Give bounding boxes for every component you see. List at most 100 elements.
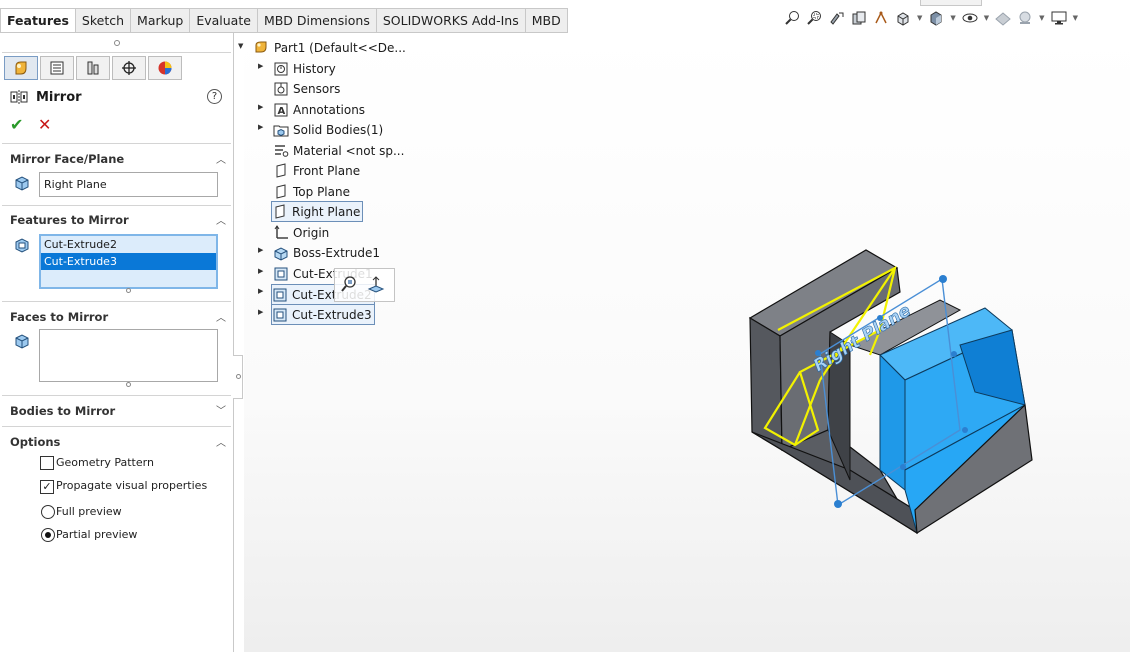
chevron-down-icon[interactable]: ▼ — [917, 14, 922, 22]
tab-mbd[interactable]: MBD — [525, 8, 568, 33]
chevron-down-icon[interactable]: ▼ — [984, 14, 989, 22]
geometry-pattern-label: Geometry Pattern — [56, 456, 154, 469]
part-icon — [255, 41, 267, 52]
list-resize-handle[interactable] — [126, 288, 131, 293]
help-icon[interactable]: ? — [207, 89, 222, 104]
divider — [2, 205, 231, 206]
plane-icon — [276, 183, 286, 199]
chevron-down-icon[interactable]: ﹀ — [216, 402, 226, 417]
propagate-visual-checkbox[interactable]: ✓ — [40, 480, 54, 494]
tree-item-right-plane[interactable]: Right Plane — [271, 201, 364, 222]
partial-preview-radio[interactable] — [41, 528, 55, 542]
property-manager-tab[interactable] — [40, 56, 74, 80]
tree-item-solid-bodies[interactable]: Solid Bodies(1) — [273, 120, 383, 139]
divider — [2, 395, 231, 396]
panel-splitter-handle[interactable] — [114, 40, 120, 46]
tab-features[interactable]: Features — [0, 8, 76, 33]
tree-item-sensors[interactable]: Sensors — [273, 79, 340, 98]
configuration-manager-icon — [87, 61, 99, 75]
configuration-manager-tab[interactable] — [76, 56, 110, 80]
feature-manager-tab[interactable] — [4, 56, 38, 80]
list-item-selected[interactable]: Cut-Extrude3 — [41, 253, 216, 270]
cancel-x-icon[interactable]: ✕ — [38, 115, 51, 134]
tree-item-front-plane[interactable]: Front Plane — [273, 161, 360, 180]
dynamic-annotation-icon[interactable] — [873, 10, 889, 26]
expand-arrow-icon[interactable]: ▼ — [238, 42, 243, 50]
section-title-features[interactable]: Features to Mirror — [10, 213, 129, 227]
chevron-up-icon[interactable]: ︿ — [216, 212, 226, 227]
section-title-mirror-face[interactable]: Mirror Face/Plane — [10, 152, 124, 166]
geometry-pattern-checkbox[interactable] — [40, 456, 54, 470]
full-preview-label: Full preview — [56, 505, 122, 518]
tab-evaluate[interactable]: Evaluate — [190, 8, 258, 33]
mirror-face-field[interactable]: Right Plane — [39, 172, 218, 197]
tab-sketch[interactable]: Sketch — [75, 8, 132, 33]
expand-arrow-icon[interactable]: ▶ — [258, 123, 263, 131]
features-selection-icon — [15, 238, 29, 253]
list-resize-handle[interactable] — [126, 382, 131, 387]
tree-item-origin[interactable]: Origin — [273, 223, 329, 242]
tree-item-boss-extrude1[interactable]: Boss-Extrude1 — [273, 243, 380, 262]
chevron-up-icon[interactable]: ︿ — [216, 309, 226, 324]
chevron-up-icon[interactable]: ︿ — [216, 434, 226, 449]
chevron-down-icon[interactable]: ▼ — [950, 14, 955, 22]
expand-arrow-icon[interactable]: ▶ — [258, 62, 263, 70]
faces-to-mirror-list[interactable] — [39, 329, 218, 382]
tab-solidworks-add-ins[interactable]: SOLIDWORKS Add-Ins — [376, 8, 526, 33]
tree-item-label: Front Plane — [293, 163, 361, 178]
material-icon — [275, 144, 289, 157]
expand-arrow-icon[interactable]: ▶ — [258, 267, 263, 275]
tab-mbd-dimensions[interactable]: MBD Dimensions — [257, 8, 377, 33]
display-style-icon[interactable] — [928, 10, 944, 26]
context-toolbar — [334, 268, 395, 302]
tree-item-top-plane[interactable]: Top Plane — [273, 182, 350, 201]
hide-show-items-icon[interactable] — [962, 10, 978, 26]
dimxpert-manager-tab[interactable] — [112, 56, 146, 80]
solid-bodies-folder-icon — [273, 125, 289, 136]
zoom-to-selection-icon[interactable] — [341, 275, 359, 293]
tree-item-label: Sensors — [293, 81, 341, 96]
partial-preview-label: Partial preview — [56, 528, 138, 541]
expand-arrow-icon[interactable]: ▶ — [258, 287, 263, 295]
chevron-up-icon[interactable]: ︿ — [216, 151, 226, 166]
expand-arrow-icon[interactable]: ▶ — [258, 308, 263, 316]
mirror-feature-icon — [10, 90, 28, 104]
apply-scene-icon[interactable] — [1017, 10, 1033, 26]
tree-item-label: Solid Bodies(1) — [293, 122, 384, 137]
previous-view-icon[interactable] — [829, 10, 845, 26]
view-settings-icon[interactable] — [1051, 10, 1067, 26]
tree-item-label: Part1 (Default<<De... — [274, 40, 406, 55]
section-title-options[interactable]: Options — [10, 435, 60, 449]
svg-text:A: A — [278, 106, 286, 117]
view-orientation-icon[interactable] — [895, 10, 911, 26]
chevron-down-icon[interactable]: ▼ — [1073, 14, 1078, 22]
full-preview-radio[interactable] — [41, 505, 55, 519]
tree-item-history[interactable]: History — [273, 59, 336, 78]
features-to-mirror-list[interactable]: Cut-Extrude2 Cut-Extrude3 — [39, 234, 218, 289]
divider — [2, 52, 231, 53]
tree-item-cut-extrude3[interactable]: Cut-Extrude3 — [271, 304, 375, 325]
expand-arrow-icon[interactable]: ▶ — [258, 103, 263, 111]
section-view-icon[interactable] — [851, 10, 867, 26]
tree-item-label: History — [293, 61, 336, 76]
tree-item-part1[interactable]: Part1 (Default<<De... — [254, 38, 406, 57]
normal-to-icon[interactable] — [367, 275, 385, 293]
section-title-bodies[interactable]: Bodies to Mirror — [10, 404, 115, 418]
tree-item-material[interactable]: Material <not sp... — [273, 141, 404, 160]
tree-item-label: Origin — [293, 225, 330, 240]
ok-checkmark-icon[interactable]: ✔ — [10, 115, 23, 134]
zoom-to-area-icon[interactable] — [807, 10, 823, 26]
cut-extrude-icon — [273, 308, 287, 321]
cut-extrude-icon — [273, 288, 287, 301]
tree-item-label: Material <not sp... — [293, 143, 405, 158]
page-title: Mirror — [36, 89, 82, 105]
tree-item-annotations[interactable]: A Annotations — [273, 100, 365, 119]
expand-arrow-icon[interactable]: ▶ — [258, 246, 263, 254]
tab-markup[interactable]: Markup — [131, 8, 191, 33]
chevron-down-icon[interactable]: ▼ — [1039, 14, 1044, 22]
zoom-to-fit-icon[interactable] — [785, 10, 801, 26]
section-title-faces[interactable]: Faces to Mirror — [10, 310, 108, 324]
display-manager-tab[interactable] — [148, 56, 182, 80]
list-item[interactable]: Cut-Extrude2 — [41, 236, 216, 253]
edit-appearance-icon[interactable] — [995, 10, 1011, 26]
